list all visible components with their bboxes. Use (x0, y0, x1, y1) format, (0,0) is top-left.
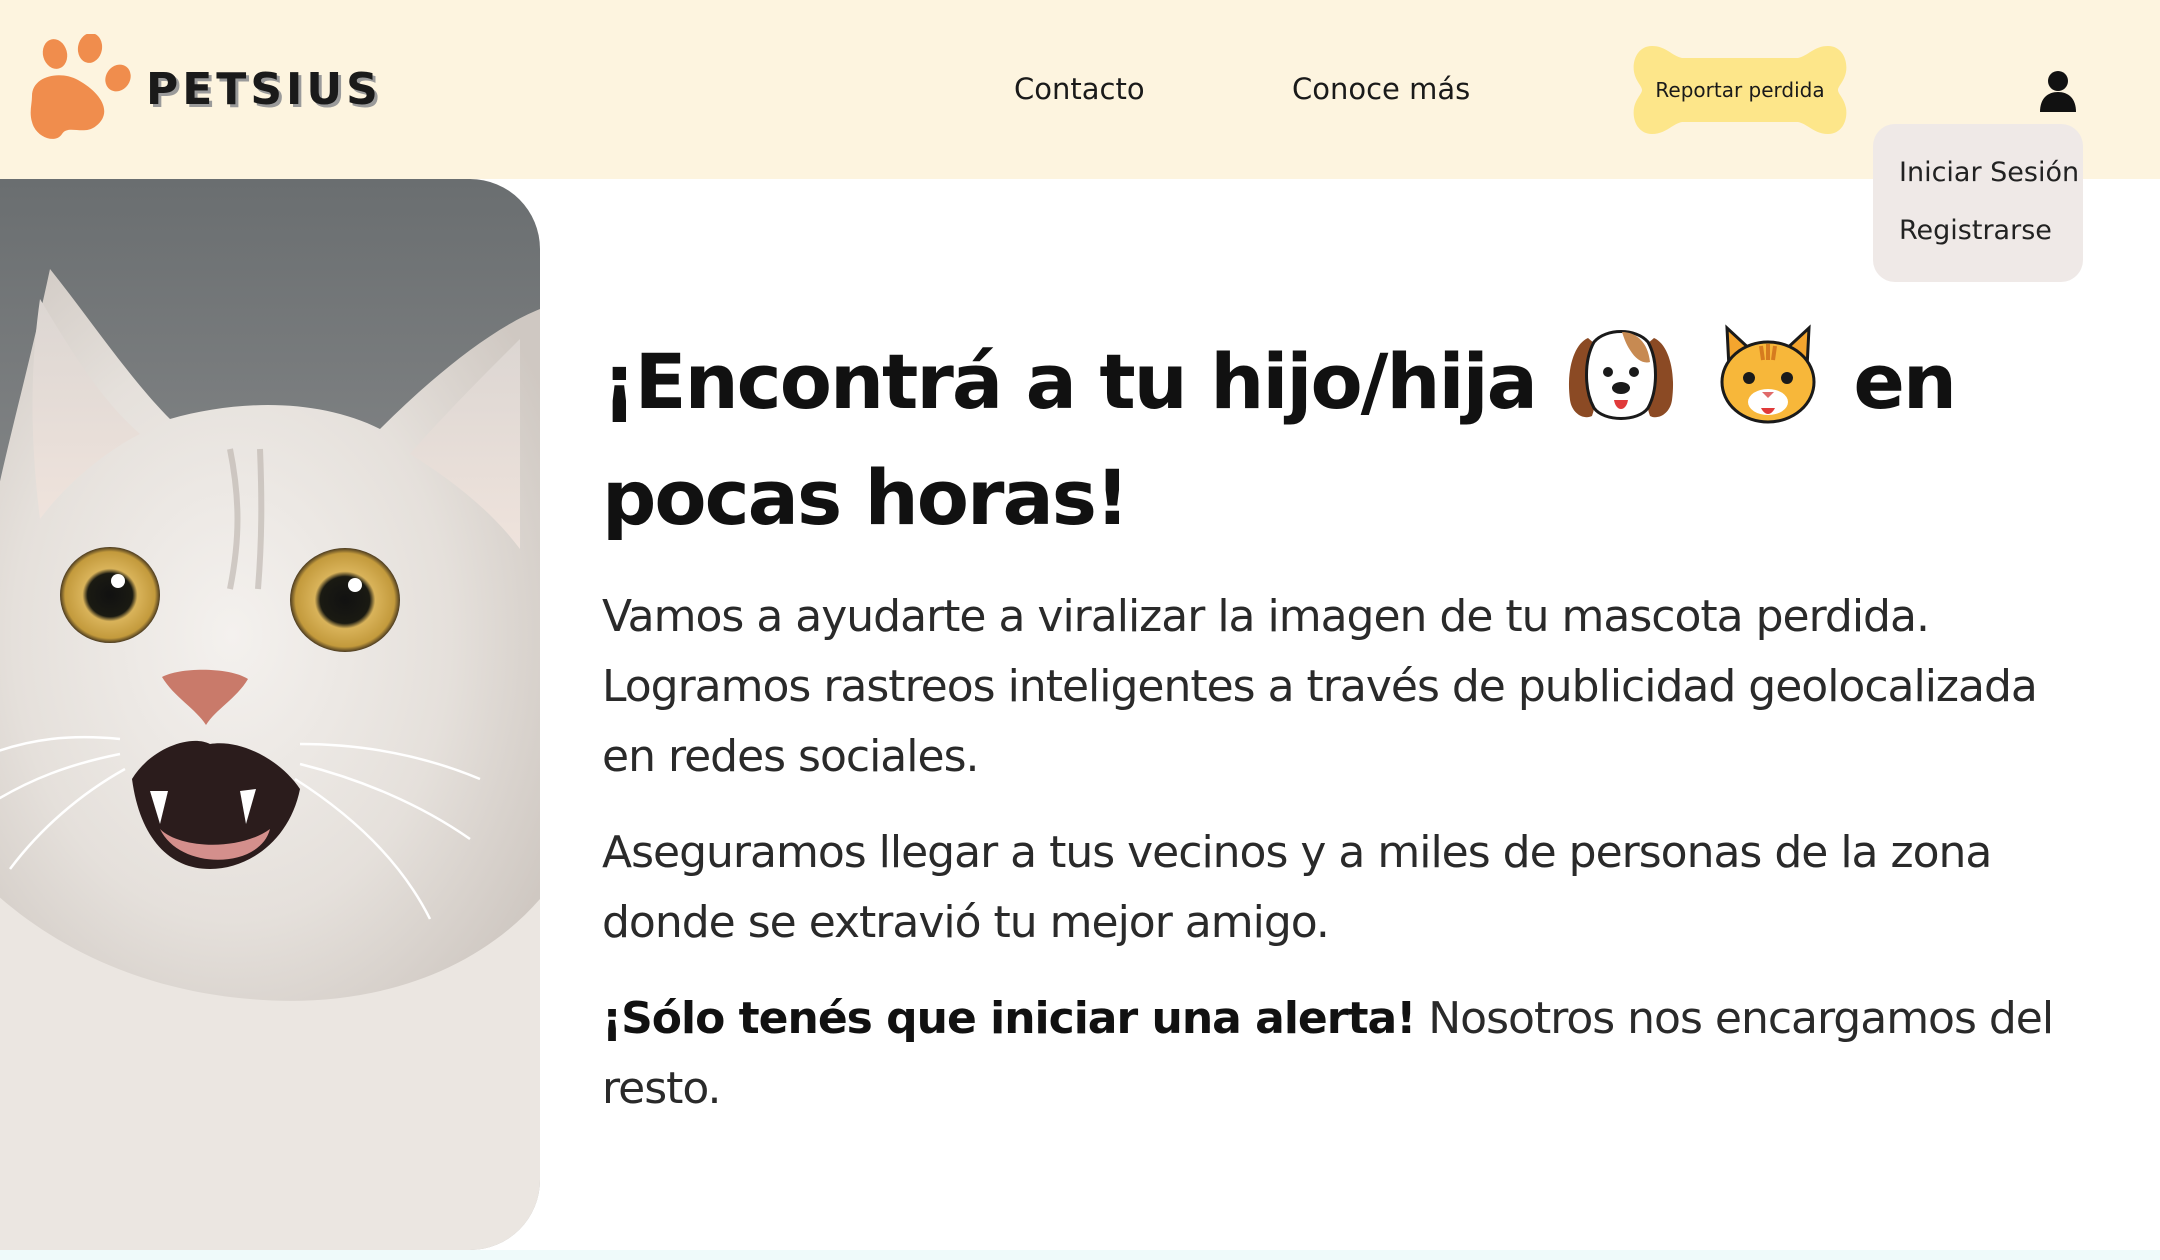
hero-content: ¡Encontrá a tu hijo/hija en pocas horas!… (602, 320, 2102, 1124)
cat-face-icon (1720, 324, 1816, 424)
bottom-divider (0, 1250, 2160, 1260)
nav-learn-more-link[interactable]: Conoce más (1292, 72, 1470, 106)
site-header: PETSIUS Contacto Conoce más Reportar per… (0, 0, 2160, 179)
brand-name: PETSIUS (146, 64, 382, 115)
user-dropdown-menu: Iniciar Sesión Registrarse (1873, 124, 2083, 282)
report-lost-label: Reportar perdida (1655, 78, 1825, 102)
call-to-action-text: ¡Sólo tenés que iniciar una alerta! (602, 993, 1416, 1044)
nav-contact-link[interactable]: Contacto (1014, 72, 1145, 106)
login-menu-item[interactable]: Iniciar Sesión (1899, 144, 2083, 202)
hero-cat-photo (0, 179, 540, 1250)
report-lost-button[interactable]: Reportar perdida (1632, 42, 1848, 138)
dog-face-icon (1569, 330, 1674, 420)
headline-part-1: ¡Encontrá a tu hijo/hija (602, 337, 1538, 426)
user-icon[interactable] (2040, 70, 2076, 112)
register-menu-item[interactable]: Registrarse (1899, 202, 2083, 260)
paw-icon (30, 34, 131, 139)
hero-headline: ¡Encontrá a tu hijo/hija en pocas horas! (602, 320, 2102, 556)
hero-paragraph-2: Aseguramos llegar a tus vecinos y a mile… (602, 827, 1992, 948)
hero-paragraph-1: Vamos a ayudarte a viralizar la imagen d… (602, 591, 2038, 782)
logo[interactable]: PETSIUS (22, 34, 378, 146)
hero-paragraph-3: ¡Sólo tenés que iniciar una alerta! Noso… (602, 984, 2102, 1124)
cat-photo-image (0, 179, 540, 1250)
